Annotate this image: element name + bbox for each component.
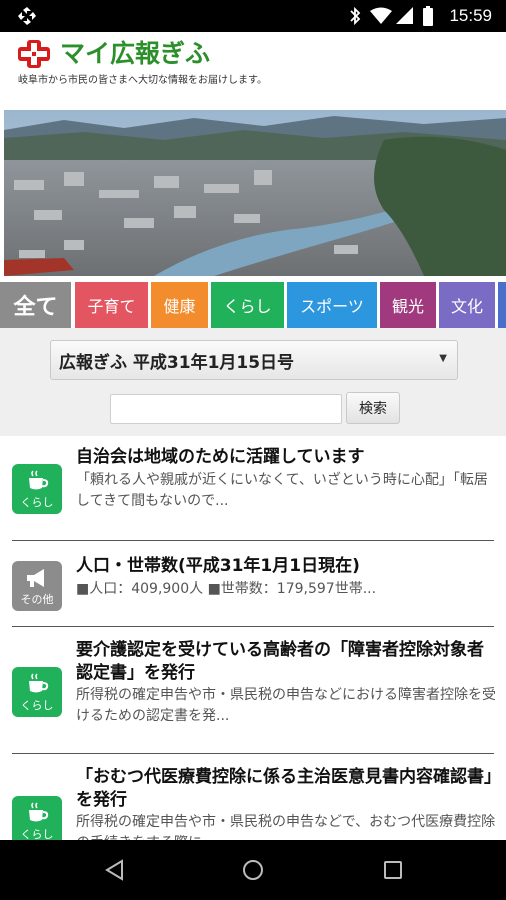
clock: 15:59 xyxy=(449,6,492,25)
app-subtitle: 岐阜市から市民の皆さまへ大切な情報をお届けします。 xyxy=(18,75,267,86)
category-badge: その他 xyxy=(12,561,62,611)
article-title: 自治会は地域のために活躍しています xyxy=(76,447,365,467)
home-icon[interactable] xyxy=(241,858,265,882)
list-item[interactable]: その他 人口・世帯数(平成31年1月1日現在) ■人口：409,900人 ■世帯… xyxy=(0,541,506,627)
list-item[interactable]: くらし 自治会は地域のために活躍しています 「頼れる人や親戚が近くにいなくて、い… xyxy=(0,436,506,541)
teacup-icon xyxy=(29,673,49,693)
tab-tourism[interactable]: 観光 xyxy=(380,282,436,328)
category-label: くらし xyxy=(20,496,54,509)
category-label: くらし xyxy=(20,699,54,712)
issue-select-value: 広報ぎふ 平成31年1月15日号 xyxy=(59,352,295,373)
tab-childcare[interactable]: 子育て xyxy=(75,282,148,328)
tab-all[interactable]: 全て xyxy=(0,282,71,328)
article-snippet: 所得税の確定申告や市・県民税の申告などにおける障害者控除を受けるための認定書を発… xyxy=(76,687,496,724)
city-emblem-logo xyxy=(18,40,50,68)
list-item[interactable]: くらし 「おむつ代医療費控除に係る主治医意見書内容確認書」を発行 所得税の確定申… xyxy=(0,754,506,840)
tab-living[interactable]: くらし xyxy=(211,282,284,328)
article-snippet: 所得税の確定申告や市・県民税の申告などで、おむつ代医療費控除の手続きをする際に.… xyxy=(76,814,496,840)
category-label: その他 xyxy=(20,593,54,606)
teacup-icon xyxy=(29,470,49,490)
tab-more-partial[interactable] xyxy=(498,282,506,328)
system-nav-bar xyxy=(0,840,506,900)
bluetooth-icon xyxy=(350,6,361,26)
wifi-icon xyxy=(370,7,392,24)
app-notification-icon xyxy=(18,7,36,25)
category-tabs: 全て 子育て 健康 くらし スポーツ 観光 文化 xyxy=(0,282,506,328)
tab-culture[interactable]: 文化 xyxy=(439,282,495,328)
category-badge: くらし xyxy=(12,796,62,840)
recents-icon[interactable] xyxy=(381,858,405,882)
back-icon[interactable] xyxy=(102,858,126,882)
app-header: マイ広報ぎふ 岐阜市から市民の皆さまへ大切な情報をお届けします。 xyxy=(0,32,506,110)
signal-icon xyxy=(396,7,413,24)
issue-select[interactable]: 広報ぎふ 平成31年1月15日号 ▼ xyxy=(50,340,458,380)
dropdown-caret-icon: ▼ xyxy=(439,353,447,364)
tab-health[interactable]: 健康 xyxy=(151,282,208,328)
search-button[interactable]: 検索 xyxy=(346,392,400,424)
hero-city-photo xyxy=(4,110,506,276)
category-badge: くらし xyxy=(12,464,62,514)
list-item[interactable]: くらし 要介護認定を受けている高齢者の「障害者控除対象者認定書」を発行 所得税の… xyxy=(0,627,506,754)
category-badge: くらし xyxy=(12,667,62,717)
tab-sports[interactable]: スポーツ xyxy=(287,282,377,328)
article-snippet: ■人口：409,900人 ■世帯数：179,597世帯... xyxy=(76,581,377,597)
battery-icon xyxy=(423,6,433,26)
category-label: くらし xyxy=(20,828,54,840)
article-snippet: 「頼れる人や親戚が近くにいなくて、いざという時に心配」「転居してきて間もないので… xyxy=(76,472,488,509)
article-title: 「おむつ代医療費控除に係る主治医意見書内容確認書」を発行 xyxy=(76,767,493,810)
article-title: 要介護認定を受けている高齢者の「障害者控除対象者認定書」を発行 xyxy=(76,640,484,683)
search-input[interactable] xyxy=(110,394,342,424)
megaphone-icon xyxy=(27,569,44,587)
status-bar: 15:59 xyxy=(0,0,506,32)
teacup-icon xyxy=(29,802,49,822)
app-title: マイ広報ぎふ xyxy=(60,39,211,68)
article-title: 人口・世帯数(平成31年1月1日現在) xyxy=(76,556,360,576)
article-list: くらし 自治会は地域のために活躍しています 「頼れる人や親戚が近くにいなくて、い… xyxy=(0,436,506,840)
